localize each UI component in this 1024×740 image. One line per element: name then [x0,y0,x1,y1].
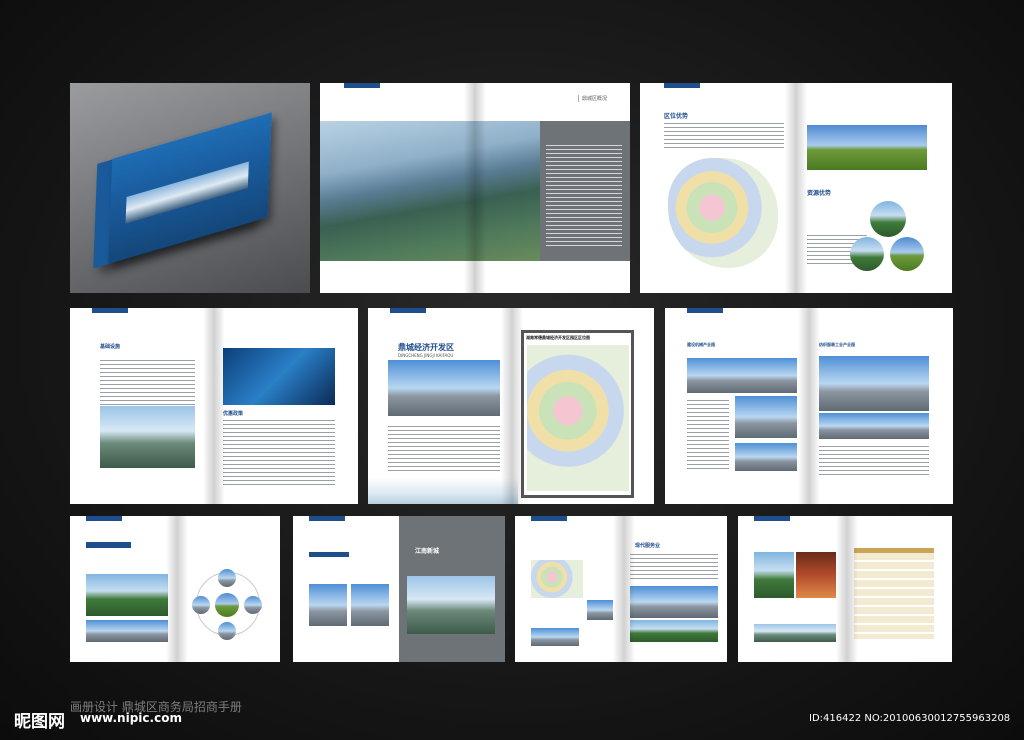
spread-infrastructure: 基础设施 优惠政策 [70,308,358,504]
header-tab [86,516,122,521]
header-tab [754,516,790,521]
work-title: 画册设计 鼎城区商务局招商手册 [70,700,242,714]
spread-overview: 鼎城区概况 [320,83,630,293]
textile-park-heading: 纺织服装工业产业园 [819,342,855,347]
spread-fold [798,308,820,504]
devzone-building-photo [388,360,500,416]
machinery-park-heading: 建设机械产业园 [687,342,715,347]
section-tag: 鼎城区概况 [578,95,607,102]
services-heading: 现代服务业 [635,543,661,549]
spread-fold [836,516,858,662]
header-tab [344,83,380,88]
header-tab [687,308,723,313]
riverside-city-photo [100,406,195,468]
grassland-photo [807,125,927,170]
spread-location: 区位优势 资源优势 [640,83,952,293]
spread-fold [203,308,225,504]
street-photo [86,574,168,616]
textile-text [819,446,929,476]
ring-photo-left [192,596,210,614]
site-logo: 昵图网 [14,712,65,732]
header-tab [390,308,426,313]
handshake-photo [223,348,335,405]
new-city-title: 江南新城 [415,548,440,555]
machinery-photo-3 [735,443,797,471]
ring-photo-bottom [218,622,236,640]
header-tab [92,308,128,313]
spread-fold [166,516,188,662]
new-city-photo [407,576,495,634]
spread-fold [613,516,635,662]
spread-devzone: 鼎城经济开发区 DINGCHENG JINGJI KAIFAQU 湖南常德鼎城经… [368,308,654,504]
spread-fold [785,83,807,293]
data-table [854,548,934,639]
ring-photo-top [218,569,236,587]
left-heading-text [86,542,131,548]
machinery-photo-1 [687,358,797,393]
new-city-panel: 江南新城 [399,516,505,662]
resource-photo-1 [870,201,906,237]
textile-photo-1 [819,356,929,411]
policy-heading: 优惠政策 [223,411,244,417]
building-photo-2 [351,584,389,626]
resource-photo-2 [850,237,884,271]
zone-map-frame: 湖南常德鼎城经济开发区园区区位图 [521,330,634,498]
lake-photo [754,624,836,642]
location-body-text [664,123,784,151]
header-tab [309,516,345,521]
header-tab [531,516,567,521]
overview-text-panel [540,121,630,261]
bridge-aerial-photo [320,121,540,261]
monument-photo [754,552,794,598]
zone-map [527,345,629,491]
infrastructure-text [100,360,195,410]
zone-map-title: 湖南常德鼎城经济开发区园区区位图 [526,335,590,340]
cover-mockup [70,83,310,293]
devzone-subtitle: DINGCHENG JINGJI KAIFAQU [398,353,454,358]
policy-text [223,420,335,488]
location-heading: 区位优势 [664,113,689,120]
cover-bridge-photo [125,161,249,224]
skyline-strip [368,478,518,504]
services-photo-2 [531,628,579,646]
textile-photo-2 [819,413,929,439]
ring-photo-center [215,593,239,617]
resource-photo-3 [890,237,924,271]
cover-book-front [108,112,272,264]
spread-new-city: 江南新城 [293,516,505,662]
image-id: ID:416422 NO:20100630012755963208 [809,713,1011,724]
ring-photo-right [244,596,262,614]
left-heading-text [309,552,349,557]
infrastructure-heading: 基础设施 [100,344,121,350]
devzone-title: 鼎城经济开发区 [398,343,454,352]
machinery-text [687,400,729,472]
devzone-text [388,426,500,472]
header-tab [664,83,700,88]
spread-industry-circles [70,516,280,662]
services-roundabout-photo [630,620,718,642]
spread-services: 现代服务业 [515,516,727,662]
spread-fold [501,308,523,504]
overview-body-text [546,145,622,249]
spread-industrial-parks: 建设机械产业园 纺织服装工业产业园 [665,308,953,504]
services-photo-1 [587,600,613,620]
services-building-photo [630,586,718,618]
spread-culture [738,516,952,662]
region-map [668,158,778,268]
factory-photo [86,620,168,642]
machinery-photo-2 [735,396,797,438]
services-map [531,560,583,598]
spread-fold [464,83,486,293]
services-text [630,554,718,580]
festival-photo [796,552,836,598]
building-photo-1 [309,584,347,626]
resources-heading: 资源优势 [807,190,832,197]
